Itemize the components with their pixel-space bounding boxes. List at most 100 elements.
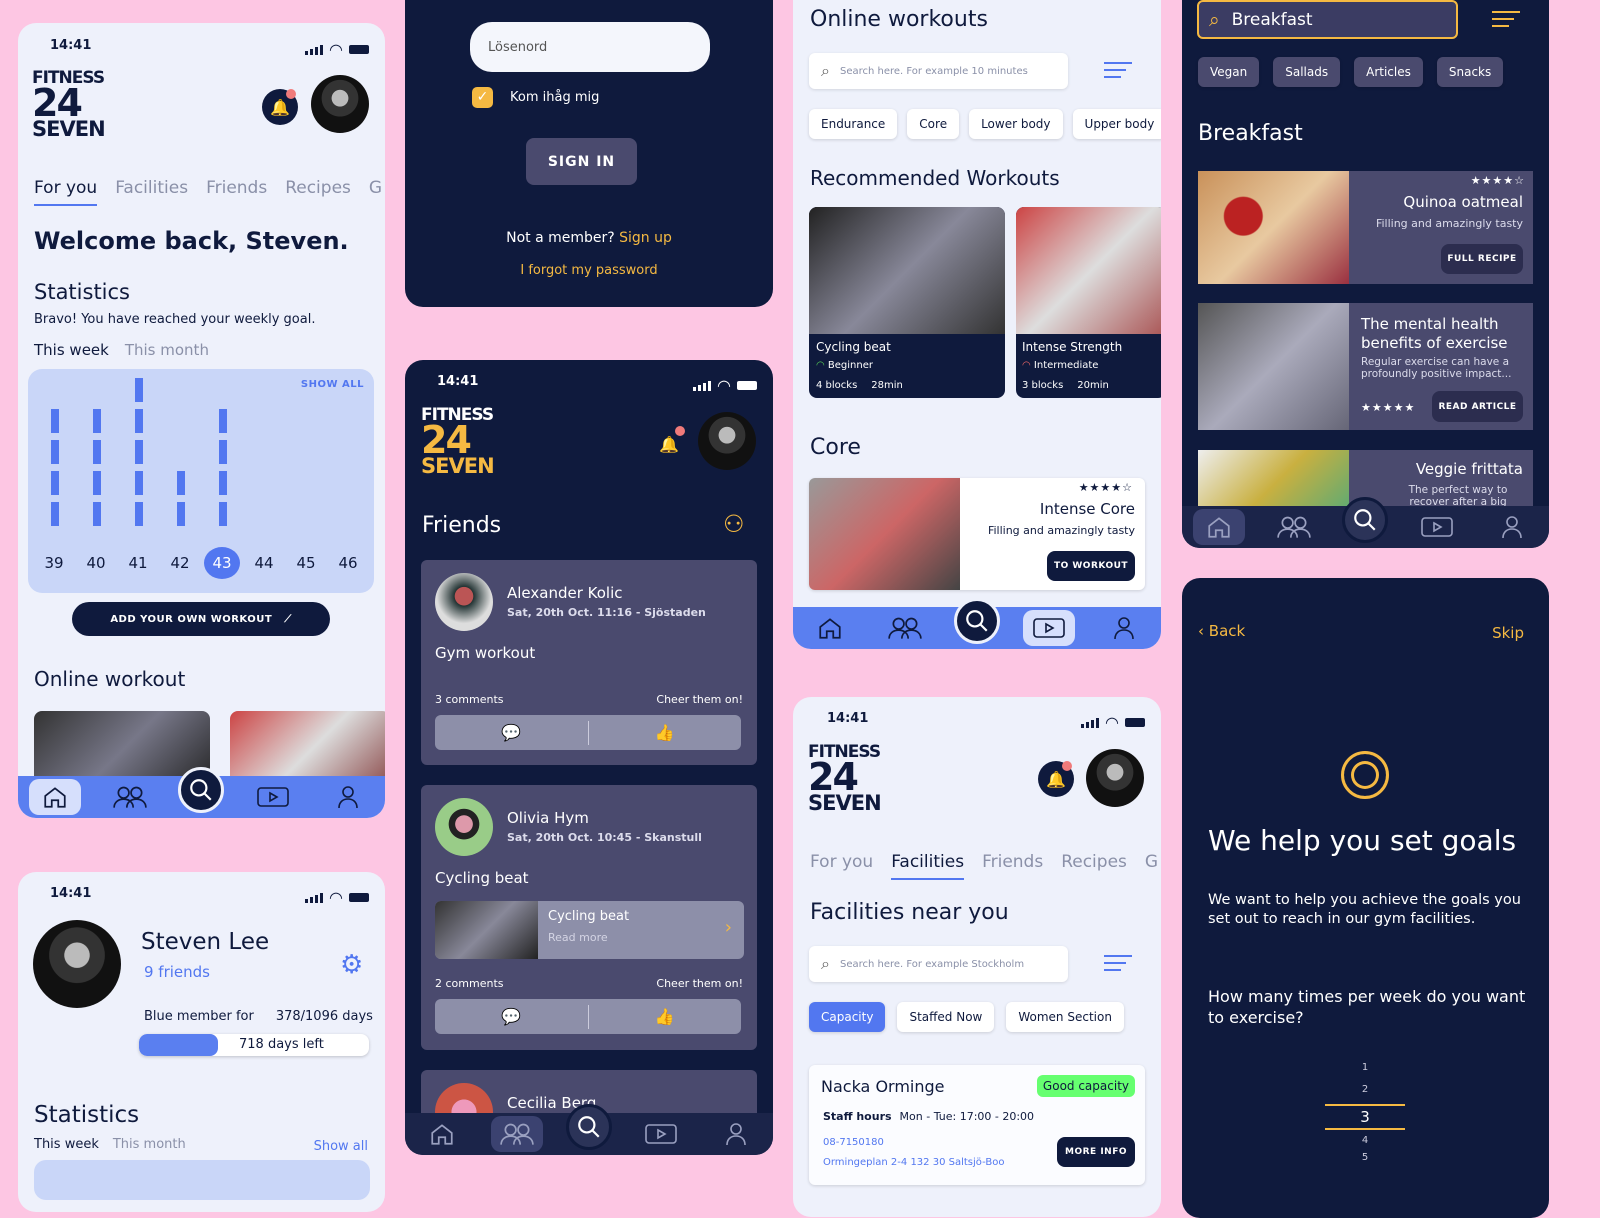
tab-recipes[interactable]: Recipes — [285, 178, 351, 206]
tab-friends[interactable]: Friends — [206, 178, 267, 206]
tab-more[interactable]: G — [369, 178, 382, 206]
tab-facilities[interactable]: Facilities — [891, 852, 965, 880]
sign-up-link[interactable]: Sign up — [619, 230, 672, 246]
nav-user[interactable] — [322, 779, 374, 815]
period-this-month[interactable]: This month — [125, 341, 209, 359]
workout-link-card[interactable]: Cycling beat Read more › — [435, 901, 744, 959]
filter-icon[interactable] — [1104, 950, 1132, 976]
phone-link[interactable]: 08-7150180 — [823, 1137, 884, 1148]
week-column[interactable]: 42 — [160, 389, 200, 583]
period-this-week[interactable]: This week — [34, 341, 109, 359]
chip-core[interactable]: Core — [907, 109, 960, 139]
nav-user[interactable] — [710, 1116, 762, 1152]
chip-staffed-now[interactable]: Staffed Now — [897, 1002, 995, 1032]
nav-home[interactable] — [416, 1116, 468, 1152]
full-recipe-button[interactable]: FULL RECIPE — [1441, 244, 1523, 274]
tab-friends[interactable]: Friends — [982, 852, 1043, 880]
workout-card[interactable]: Cycling beat ◠ Beginner 4 blocks 28min — [809, 207, 1005, 398]
comments-count[interactable]: 2 comments — [435, 977, 504, 990]
week-column[interactable]: 40 — [76, 389, 116, 583]
week-column[interactable]: 43 — [202, 389, 242, 583]
search-input[interactable]: ⌕ Search here. For example Stockholm — [809, 946, 1068, 982]
avatar[interactable] — [698, 412, 756, 470]
to-workout-button[interactable]: TO WORKOUT — [1047, 551, 1135, 581]
comment-icon[interactable]: 💬 — [435, 1007, 588, 1026]
tab-for-you[interactable]: For you — [810, 852, 873, 880]
nav-home[interactable] — [1193, 509, 1246, 545]
chip-capacity[interactable]: Capacity — [809, 1002, 886, 1032]
friend-avatar[interactable] — [435, 573, 493, 631]
nav-user[interactable] — [1486, 509, 1538, 545]
week-column[interactable]: 39 — [34, 389, 74, 583]
nav-search[interactable] — [178, 767, 225, 813]
nav-search[interactable] — [565, 1104, 612, 1150]
chip-articles[interactable]: Articles — [1354, 57, 1423, 87]
forgot-password-link[interactable]: I forgot my password — [405, 263, 773, 278]
read-article-button[interactable]: READ ARTICLE — [1432, 391, 1523, 422]
nav-user[interactable] — [1098, 610, 1150, 646]
bell-icon[interactable]: 🔔 — [262, 89, 298, 125]
add-workout-button[interactable]: ADD YOUR OWN WORKOUT ⟋ — [72, 602, 330, 636]
nav-friends[interactable] — [491, 1116, 544, 1152]
comment-icon[interactable]: 💬 — [435, 723, 588, 742]
tab-for-you[interactable]: For you — [34, 178, 98, 206]
workout-card[interactable]: Intense Strength ◠ Intermediate 3 blocks… — [1016, 207, 1161, 398]
bell-icon[interactable]: 🔔 — [651, 426, 687, 462]
nav-search[interactable] — [953, 598, 1000, 644]
period-this-week[interactable]: This week — [34, 1137, 99, 1152]
nav-play[interactable] — [247, 779, 299, 815]
article-card[interactable]: The mental health benefits of exercise R… — [1198, 303, 1533, 430]
facility-card[interactable]: Nacka Orminge Good capacity Staff hours M… — [809, 1065, 1145, 1185]
avatar[interactable] — [1086, 749, 1144, 807]
nav-friends[interactable] — [1268, 509, 1320, 545]
chip-women-section[interactable]: Women Section — [1006, 1002, 1124, 1032]
week-column[interactable]: 41 — [118, 378, 158, 583]
bell-icon[interactable]: 🔔 — [1038, 761, 1074, 797]
tab-facilities[interactable]: Facilities — [115, 178, 188, 206]
nav-friends[interactable] — [104, 779, 156, 815]
show-all-link[interactable]: Show all — [314, 1139, 368, 1154]
thumbs-up-icon[interactable]: 👍 — [589, 1007, 742, 1026]
gear-icon[interactable]: ⚙ — [340, 950, 363, 980]
skip-button[interactable]: Skip — [1492, 624, 1524, 642]
add-friend-icon[interactable]: ⚇ — [723, 510, 745, 538]
chip-snacks[interactable]: Snacks — [1436, 57, 1504, 87]
week-column[interactable]: 45 — [286, 389, 326, 583]
friend-avatar[interactable] — [435, 798, 493, 856]
avatar[interactable] — [311, 75, 369, 133]
nav-search[interactable] — [1342, 497, 1389, 543]
back-button[interactable]: ‹ Back — [1198, 622, 1245, 640]
nav-play[interactable] — [1022, 610, 1075, 646]
sign-in-button[interactable]: SIGN IN — [526, 138, 637, 185]
week-column[interactable]: 44 — [244, 389, 284, 583]
frequency-picker[interactable]: 1 2 3 4 5 — [1325, 1062, 1405, 1172]
password-input[interactable]: Lösenord — [470, 22, 710, 72]
comments-count[interactable]: 3 comments — [435, 693, 504, 706]
nav-play[interactable] — [1411, 509, 1463, 545]
chip-vegan[interactable]: Vegan — [1198, 57, 1260, 87]
more-info-button[interactable]: MORE INFO — [1057, 1137, 1135, 1167]
chip-upper-body[interactable]: Upper body — [1072, 109, 1161, 139]
tab-recipes[interactable]: Recipes — [1061, 852, 1127, 880]
chip-lower-body[interactable]: Lower body — [969, 109, 1063, 139]
filter-icon[interactable] — [1104, 57, 1132, 83]
period-this-month[interactable]: This month — [113, 1137, 186, 1152]
search-input[interactable]: ⌕ Breakfast — [1197, 0, 1458, 39]
thumbs-up-icon[interactable]: 👍 — [589, 723, 742, 742]
profile-avatar[interactable] — [33, 920, 121, 1008]
filter-icon[interactable] — [1492, 6, 1520, 32]
nav-home[interactable] — [29, 779, 82, 815]
search-input[interactable]: ⌕ Search here. For example 10 minutes — [809, 53, 1068, 89]
recipe-card[interactable]: ★★★★☆ Quinoa oatmeal Filling and amazing… — [1198, 171, 1533, 284]
chip-endurance[interactable]: Endurance — [809, 109, 898, 139]
week-column[interactable]: 46 — [328, 389, 368, 583]
nav-home[interactable] — [804, 610, 856, 646]
tab-more[interactable]: G — [1145, 852, 1158, 880]
friends-count-link[interactable]: 9 friends — [144, 963, 210, 981]
nav-friends[interactable] — [879, 610, 931, 646]
address-link[interactable]: Ormingeplan 2-4 132 30 Saltsjö-Boo — [823, 1157, 1004, 1168]
chip-sallads[interactable]: Sallads — [1273, 57, 1341, 87]
remember-checkbox[interactable]: ✓ — [472, 87, 493, 108]
core-workout-card[interactable]: ★★★★☆ Intense Core Filling and amazingly… — [809, 478, 1145, 590]
nav-play[interactable] — [635, 1116, 687, 1152]
